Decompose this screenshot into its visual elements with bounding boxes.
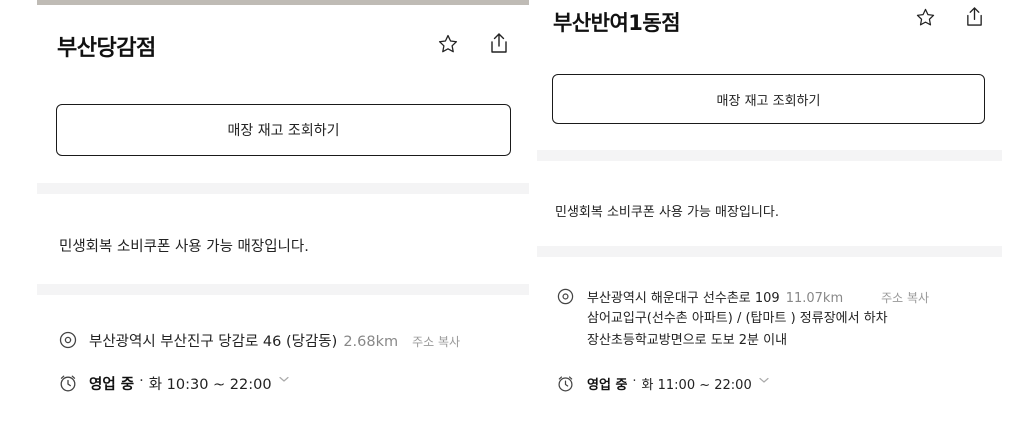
- share-icon[interactable]: [965, 6, 984, 27]
- hours-row[interactable]: 영업 중 · 화 11:00 ~ 22:00: [557, 374, 770, 396]
- distance-text: 2.68km: [343, 334, 399, 350]
- share-icon[interactable]: [489, 32, 509, 54]
- section-divider: [537, 246, 1002, 257]
- inventory-check-button[interactable]: 매장 재고 조회하기: [552, 74, 985, 124]
- clock-icon: [59, 374, 77, 396]
- store-panel-dangam: 부산당감점 매장 재고 조회하기 민생회복 소비쿠폰 사용 가능 매장입니다. …: [37, 0, 529, 423]
- inventory-check-button[interactable]: 매장 재고 조회하기: [56, 104, 511, 156]
- coupon-notice: 민생회복 소비쿠폰 사용 가능 매장입니다.: [555, 205, 779, 220]
- location-pin-icon: [557, 288, 575, 309]
- hours-row[interactable]: 영업 중 · 화 10:30 ~ 22:00: [59, 373, 290, 396]
- clock-icon: [557, 375, 575, 396]
- directions-text: 삼어교입구(선수촌 아파트) / (탑마트 ) 정류장에서 하차: [587, 311, 888, 326]
- open-status: 영업 중: [89, 377, 135, 393]
- store-photo-edge: [37, 0, 529, 5]
- hours-text: 화 10:30 ~ 22:00: [148, 377, 272, 393]
- address-text: 부산광역시 해운대구 선수촌로 109: [587, 291, 780, 306]
- hours-separator: ·: [632, 374, 637, 389]
- hours-text: 화 11:00 ~ 22:00: [641, 378, 752, 393]
- store-name: 부산반여1동점: [553, 11, 681, 35]
- chevron-down-icon[interactable]: [758, 374, 770, 390]
- coupon-notice: 민생회복 소비쿠폰 사용 가능 매장입니다.: [59, 239, 309, 255]
- copy-address-button[interactable]: 주소 복사: [881, 289, 929, 306]
- store-panel-banyeo: 부산반여1동점 매장 재고 조회하기 민생회복 소비쿠폰 사용 가능 매장입니다…: [537, 0, 1002, 423]
- location-pin-icon: [59, 331, 77, 353]
- star-icon[interactable]: [437, 33, 459, 55]
- copy-address-button[interactable]: 주소 복사: [412, 333, 460, 350]
- address-row: 부산광역시 부산진구 당감로 46 (당감동) 2.68km 주소 복사: [59, 330, 460, 353]
- chevron-down-icon[interactable]: [278, 373, 290, 389]
- star-icon[interactable]: [915, 7, 936, 28]
- section-divider: [537, 150, 1002, 161]
- hours-separator: ·: [139, 373, 144, 389]
- address-row: 부산광역시 해운대구 선수촌로 109 11.07km 주소 복사 삼어교입구(…: [557, 287, 929, 350]
- section-divider: [37, 183, 529, 194]
- section-divider: [37, 284, 529, 295]
- distance-text: 11.07km: [785, 291, 844, 306]
- directions-text: 장산초등학교방면으로 도보 2분 이내: [587, 333, 788, 348]
- open-status: 영업 중: [587, 378, 628, 393]
- store-name: 부산당감점: [57, 36, 156, 61]
- address-text: 부산광역시 부산진구 당감로 46 (당감동): [89, 334, 338, 350]
